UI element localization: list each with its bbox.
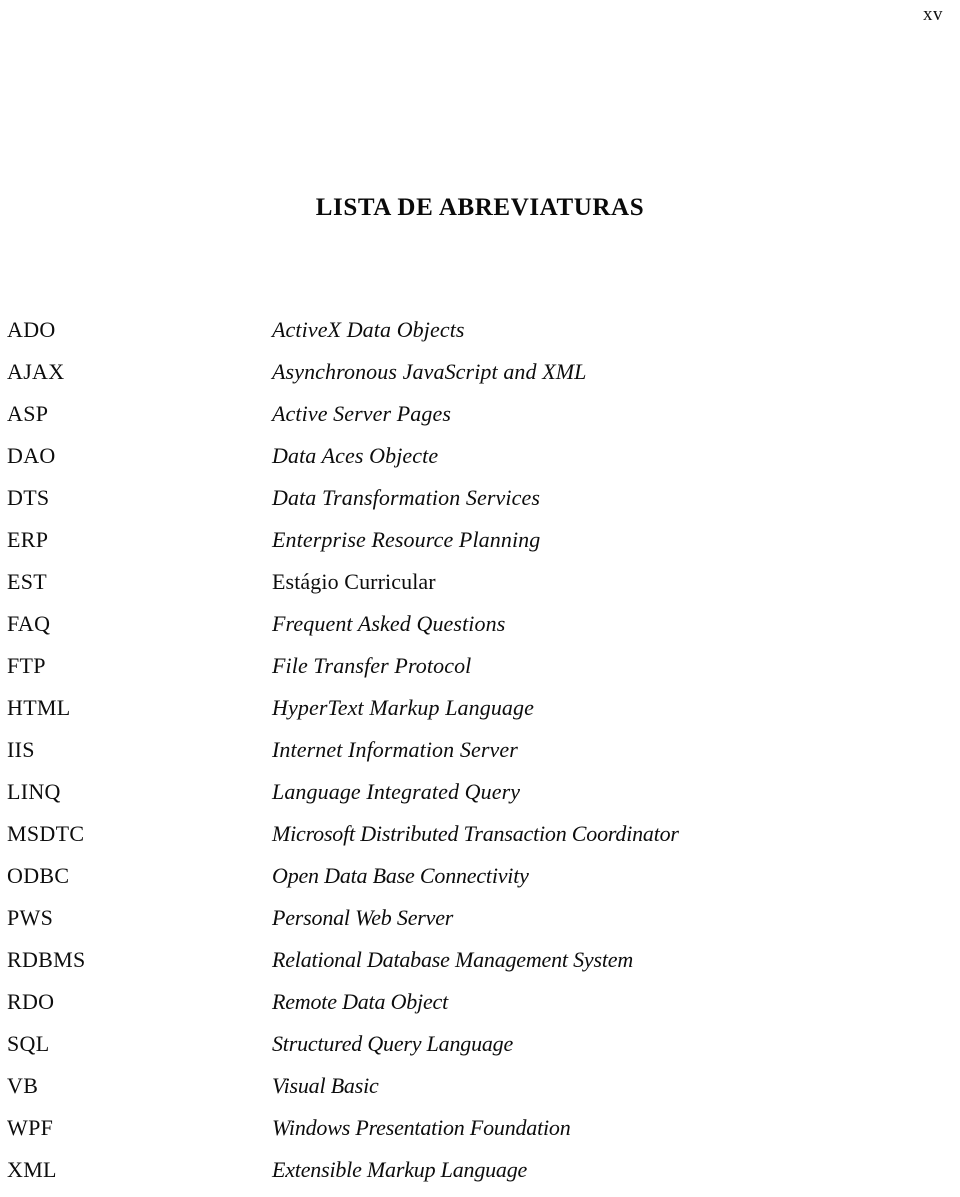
- abbreviation-row: RDO Remote Data Object: [7, 987, 947, 1029]
- abbreviation-definition: Microsoft Distributed Transaction Coordi…: [272, 821, 679, 846]
- abbreviation-definition: Frequent Asked Questions: [272, 611, 506, 636]
- abbreviation-row: RDBMS Relational Database Management Syst…: [7, 945, 947, 987]
- abbreviation-definition: Personal Web Server: [272, 905, 454, 930]
- abbreviation-term: VB: [7, 1073, 39, 1098]
- abbreviation-definition: Estágio Curricular: [272, 569, 436, 594]
- abbreviation-definition: Data Aces Objecte: [272, 443, 439, 468]
- abbreviation-definition: Visual Basic: [272, 1073, 379, 1098]
- abbreviation-term: MSDTC: [7, 821, 85, 846]
- abbreviation-term: PWS: [7, 905, 54, 930]
- abbreviation-definition: Windows Presentation Foundation: [272, 1115, 571, 1140]
- abbreviation-term: ODBC: [7, 863, 70, 888]
- abbreviation-definition: Internet Information Server: [272, 737, 518, 762]
- page-number: xv: [923, 4, 943, 25]
- abbreviation-term: ASP: [7, 401, 49, 426]
- abbreviation-row: ODBC Open Data Base Connectivity: [7, 861, 947, 903]
- abbreviation-term: DTS: [7, 485, 50, 510]
- abbreviation-term: RDBMS: [7, 947, 86, 972]
- abbreviation-term: WPF: [7, 1115, 54, 1140]
- abbreviation-definition: Active Server Pages: [272, 401, 452, 426]
- abbreviation-term: HTML: [7, 695, 71, 720]
- abbreviation-row: PWS Personal Web Server: [7, 903, 947, 945]
- abbreviation-definition: ActiveX Data Objects: [272, 317, 465, 342]
- page-title: LISTA DE ABREVIATURAS: [315, 193, 645, 221]
- abbreviation-row: HTML HyperText Markup Language: [7, 693, 947, 735]
- abbreviation-definition: Extensible Markup Language: [272, 1157, 528, 1182]
- abbreviation-row: VB Visual Basic: [7, 1071, 947, 1113]
- abbreviation-row: DTS Data Transformation Services: [7, 483, 947, 525]
- abbreviation-definition: Asynchronous JavaScript and XML: [272, 359, 587, 384]
- abbreviation-term: AJAX: [7, 359, 65, 384]
- abbreviation-term: ADO: [7, 317, 56, 342]
- abbreviation-row: FTP File Transfer Protocol: [7, 651, 947, 693]
- abbreviation-term: DAO: [7, 443, 56, 468]
- abbreviation-definition: Enterprise Resource Planning: [272, 527, 541, 552]
- abbreviation-row: MSDTC Microsoft Distributed Transaction C…: [7, 819, 947, 861]
- abbreviation-term: ERP: [7, 527, 49, 552]
- abbreviation-row: LINQ Language Integrated Query: [7, 777, 947, 819]
- abbreviation-definition: Structured Query Language: [272, 1031, 514, 1056]
- abbreviation-term: XML: [7, 1157, 57, 1182]
- abbreviation-row: IIS Internet Information Server: [7, 735, 947, 777]
- abbreviation-term: LINQ: [7, 779, 61, 804]
- abbreviation-row: AJAX Asynchronous JavaScript and XML: [7, 357, 947, 399]
- abbreviation-row: DAO Data Aces Objecte: [7, 441, 947, 483]
- abbreviation-term: FAQ: [7, 611, 51, 636]
- abbreviation-definition: File Transfer Protocol: [272, 653, 472, 678]
- document-page: xv LISTA DE ABREVIATURAS ADO ActiveX Data…: [0, 0, 960, 1191]
- abbreviation-definition: Data Transformation Services: [272, 485, 541, 510]
- abbreviation-list: ADO ActiveX Data Objects AJAX Asynchronous …: [7, 315, 947, 1197]
- abbreviation-row: ADO ActiveX Data Objects: [7, 315, 947, 357]
- abbreviation-definition: Language Integrated Query: [272, 779, 521, 804]
- abbreviation-definition: Relational Database Management System: [272, 947, 634, 972]
- abbreviation-row: WPF Windows Presentation Foundation: [7, 1113, 947, 1155]
- abbreviation-definition: Remote Data Object: [272, 989, 449, 1014]
- abbreviation-row: FAQ Frequent Asked Questions: [7, 609, 947, 651]
- abbreviation-definition: HyperText Markup Language: [272, 695, 534, 720]
- abbreviation-term: IIS: [7, 737, 35, 762]
- abbreviation-row: ERP Enterprise Resource Planning: [7, 525, 947, 567]
- abbreviation-term: SQL: [7, 1031, 50, 1056]
- abbreviation-term: EST: [7, 569, 48, 594]
- abbreviation-definition: Open Data Base Connectivity: [272, 863, 529, 888]
- abbreviation-row: EST Estágio Curricular: [7, 567, 947, 609]
- abbreviation-row: ASP Active Server Pages: [7, 399, 947, 441]
- abbreviation-term: RDO: [7, 989, 55, 1014]
- abbreviation-term: FTP: [7, 653, 46, 678]
- abbreviation-row: SQL Structured Query Language: [7, 1029, 947, 1071]
